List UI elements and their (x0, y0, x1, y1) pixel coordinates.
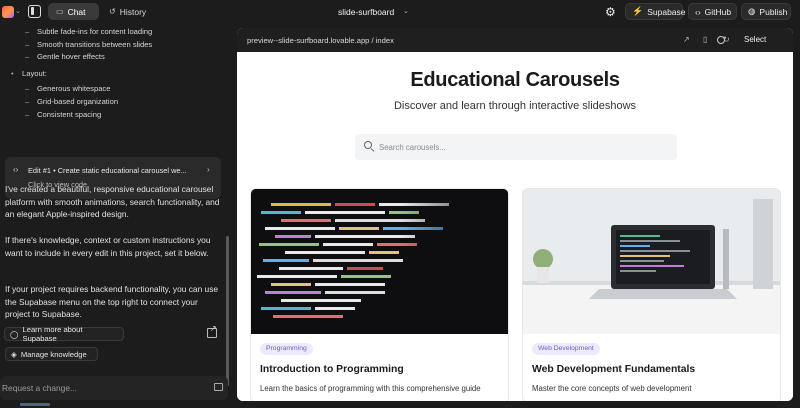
list-item: Consistent spacing (25, 110, 101, 119)
list-item: Gentle hover effects (25, 52, 105, 61)
preview-page: Educational Carousels Discover and learn… (237, 52, 793, 401)
list-item: Subtle fade-ins for content loading (25, 27, 152, 36)
publish-button-label: Publish (759, 6, 788, 17)
category-tag: Programming (260, 343, 313, 355)
supabase-button[interactable]: ⚡ Supabase (625, 3, 686, 20)
gear-icon[interactable]: ⚙ (605, 5, 616, 19)
card-title: Web Development Fundamentals (532, 364, 696, 375)
app-logo-icon[interactable] (2, 6, 14, 18)
globe-icon: ◍ (748, 6, 756, 16)
supabase-button-label: Supabase (647, 6, 686, 17)
top-bar: ⌄ ▭ Chat ↺ History slide-surfboard ⌄ ⚙ ⚡… (0, 0, 800, 24)
project-title[interactable]: slide-surfboard (338, 7, 394, 17)
chat-input-area (0, 376, 228, 400)
list-item: Generous whitespace (25, 84, 111, 93)
learn-supabase-label: Learn more about Supabase (22, 325, 83, 343)
card-description: Learn the basics of programming with thi… (260, 384, 481, 393)
bottom-strip (0, 403, 233, 408)
tab-chat-label: Chat (67, 6, 86, 17)
chevron-right-icon: › (207, 165, 210, 174)
publish-button[interactable]: ◍ Publish (741, 3, 791, 20)
github-button-label: GitHub (704, 6, 732, 17)
tab-history[interactable]: ↺ History (101, 3, 156, 20)
laptop-desk-image (523, 189, 780, 334)
open-external-icon[interactable]: ↗ (683, 35, 690, 44)
preview-url-bar: preview--slide-surfboard.lovable.app / i… (237, 28, 793, 52)
list-item: Smooth transitions between slides (25, 40, 152, 49)
code-screen-image (251, 189, 508, 334)
history-icon: ↺ (109, 7, 116, 16)
mobile-device-icon[interactable]: ▯ (703, 35, 707, 44)
tab-history-label: History (119, 6, 147, 17)
external-link-icon[interactable] (207, 324, 217, 338)
preview-url[interactable]: preview--slide-surfboard.lovable.app / i… (247, 36, 394, 45)
carousel-card[interactable]: Programming Introduction to Programming … (250, 188, 509, 401)
manage-knowledge-label: Manage knowledge (20, 349, 87, 359)
code-icon: ‹› (13, 165, 19, 174)
list-item: Grid-based organization (25, 97, 118, 106)
laptop-graphic (523, 189, 780, 334)
select-icon[interactable] (717, 36, 725, 44)
supabase-icon: ⚡ (632, 6, 644, 16)
card-title: Introduction to Programming (260, 364, 404, 375)
preview-panel: preview--slide-surfboard.lovable.app / i… (237, 28, 793, 401)
project-chevron-down-icon[interactable]: ⌄ (403, 7, 409, 15)
code-lines-graphic (251, 189, 508, 334)
carousel-card[interactable]: Web Development Web Development Fundamen… (522, 188, 781, 401)
github-button[interactable]: ‹› GitHub (688, 3, 737, 20)
search-icon (364, 141, 372, 149)
chat-panel: Subtle fade-ins for content loading Smoo… (0, 24, 233, 408)
select-button[interactable]: Select (744, 35, 766, 44)
assistant-message: I've created a beautiful, responsive edu… (5, 184, 220, 220)
chat-bubble-icon: ◯ (10, 329, 19, 339)
list-item: Layout: (11, 69, 47, 78)
card-description: Master the core concepts of web developm… (532, 384, 692, 393)
assistant-message: If there's knowledge, context or custom … (5, 235, 211, 258)
manage-knowledge-button[interactable]: ◈ Manage knowledge (5, 347, 98, 361)
chat-icon: ▭ (56, 7, 64, 16)
code-brackets-icon: ‹› (695, 6, 701, 17)
image-attach-icon[interactable] (214, 383, 223, 391)
page-title: Educational Carousels (410, 69, 620, 91)
search-input[interactable] (379, 141, 659, 153)
category-tag: Web Development (532, 343, 600, 355)
learn-supabase-button[interactable]: ◯ Learn more about Supabase (4, 325, 124, 343)
chevron-down-icon[interactable]: ⌄ (15, 7, 21, 15)
sidebar-toggle-icon[interactable] (28, 5, 41, 18)
page-subtitle: Discover and learn through interactive s… (393, 100, 637, 112)
assistant-message: If your project requires backend functio… (5, 284, 219, 320)
chat-input[interactable] (2, 381, 202, 395)
edit-card-title: Edit #1 • Create static educational caro… (28, 166, 187, 175)
tab-chat[interactable]: ▭ Chat (48, 3, 99, 20)
chat-scrollbar[interactable] (226, 236, 229, 386)
layers-icon: ◈ (11, 349, 17, 359)
search-bar (355, 134, 677, 160)
